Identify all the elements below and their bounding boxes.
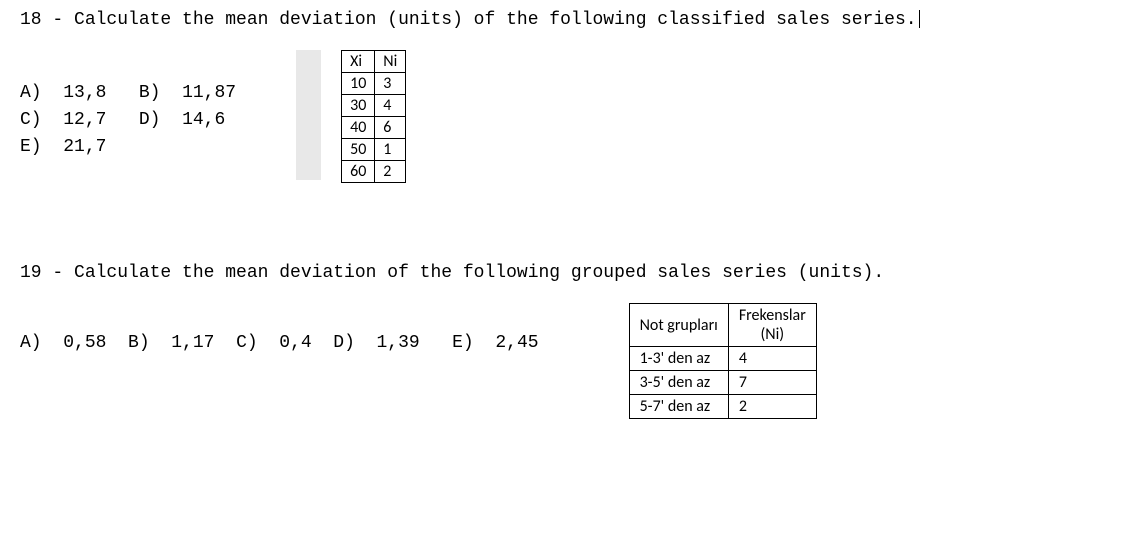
q19-answer-d: 1,39: [377, 333, 420, 353]
question-18: 18 - Calculate the mean deviation (units…: [20, 10, 1108, 183]
table-header-row: Xi Ni: [342, 51, 406, 73]
q18-th-ni: Ni: [375, 51, 406, 73]
q18-text: Calculate the mean deviation (units) of …: [74, 10, 917, 30]
q19-answer-c: 0,4: [279, 333, 311, 353]
q18-prompt: 18 - Calculate the mean deviation (units…: [20, 10, 1108, 30]
cell: 4: [375, 95, 406, 117]
q19-number: 19: [20, 263, 42, 283]
q18-answers: A) 13,8 B) 11,87 C) 12,7 D) 14,6 E) 21,7: [20, 80, 236, 161]
cell: 6: [375, 117, 406, 139]
cell: 1-3' den az: [629, 347, 728, 371]
cell: 50: [342, 139, 375, 161]
q18-answers-row3: E) 21,7: [20, 134, 236, 161]
q19-th-groups: Not grupları: [629, 304, 728, 347]
table-row: 5-7' den az 2: [629, 395, 816, 419]
q19-content-row: A) 0,58 B) 1,17 C) 0,4 D) 1,39 E) 2,45 N…: [20, 303, 1108, 419]
q18-answers-row1: A) 13,8 B) 11,87: [20, 80, 236, 107]
cell: 3: [375, 73, 406, 95]
q19-prompt: 19 - Calculate the mean deviation of the…: [20, 263, 1108, 283]
cell: 10: [342, 73, 375, 95]
q19-th-freq: Frekenslar (Ni): [728, 304, 816, 347]
table-row: 60 2: [342, 161, 406, 183]
q18-number: 18: [20, 10, 42, 30]
table-row: 50 1: [342, 139, 406, 161]
q18-th-xi: Xi: [342, 51, 375, 73]
table-header-row: Not grupları Frekenslar (Ni): [629, 304, 816, 347]
cell: 5-7' den az: [629, 395, 728, 419]
gray-bar: [296, 50, 321, 180]
text-cursor: [919, 10, 920, 28]
cell: 4: [728, 347, 816, 371]
q18-content-row: A) 13,8 B) 11,87 C) 12,7 D) 14,6 E) 21,7…: [20, 50, 1108, 183]
q19-answer-e: 2,45: [495, 333, 538, 353]
cell: 60: [342, 161, 375, 183]
question-19: 19 - Calculate the mean deviation of the…: [20, 263, 1108, 419]
q18-table: Xi Ni 10 3 30 4 40 6 50 1: [341, 50, 406, 183]
q19-text: Calculate the mean deviation of the foll…: [74, 263, 884, 283]
q18-answers-row2: C) 12,7 D) 14,6: [20, 107, 236, 134]
table-row: 40 6: [342, 117, 406, 139]
cell: 3-5' den az: [629, 371, 728, 395]
q18-answer-b: 11,87: [182, 83, 236, 103]
cell: 40: [342, 117, 375, 139]
q18-answer-e: 21,7: [63, 137, 106, 157]
q18-answer-c: 12,7: [63, 110, 106, 130]
q18-answer-d: 14,6: [182, 110, 225, 130]
q19-th-freq-line2: (Ni): [760, 325, 784, 344]
table-row: 30 4: [342, 95, 406, 117]
cell: 1: [375, 139, 406, 161]
q19-th-freq-line1: Frekenslar: [739, 306, 806, 325]
table-row: 1-3' den az 4: [629, 347, 816, 371]
cell: 7: [728, 371, 816, 395]
cell: 2: [375, 161, 406, 183]
q18-answer-a: 13,8: [63, 83, 106, 103]
q19-answer-b: 1,17: [171, 333, 214, 353]
table-row: 3-5' den az 7: [629, 371, 816, 395]
cell: 2: [728, 395, 816, 419]
q18-table-wrap: Xi Ni 10 3 30 4 40 6 50 1: [296, 50, 406, 183]
cell: 30: [342, 95, 375, 117]
table-row: 10 3: [342, 73, 406, 95]
q19-answer-a: 0,58: [63, 333, 106, 353]
q19-table: Not grupları Frekenslar (Ni) 1-3' den az…: [629, 303, 817, 419]
q19-answers: A) 0,58 B) 1,17 C) 0,4 D) 1,39 E) 2,45: [20, 313, 539, 353]
